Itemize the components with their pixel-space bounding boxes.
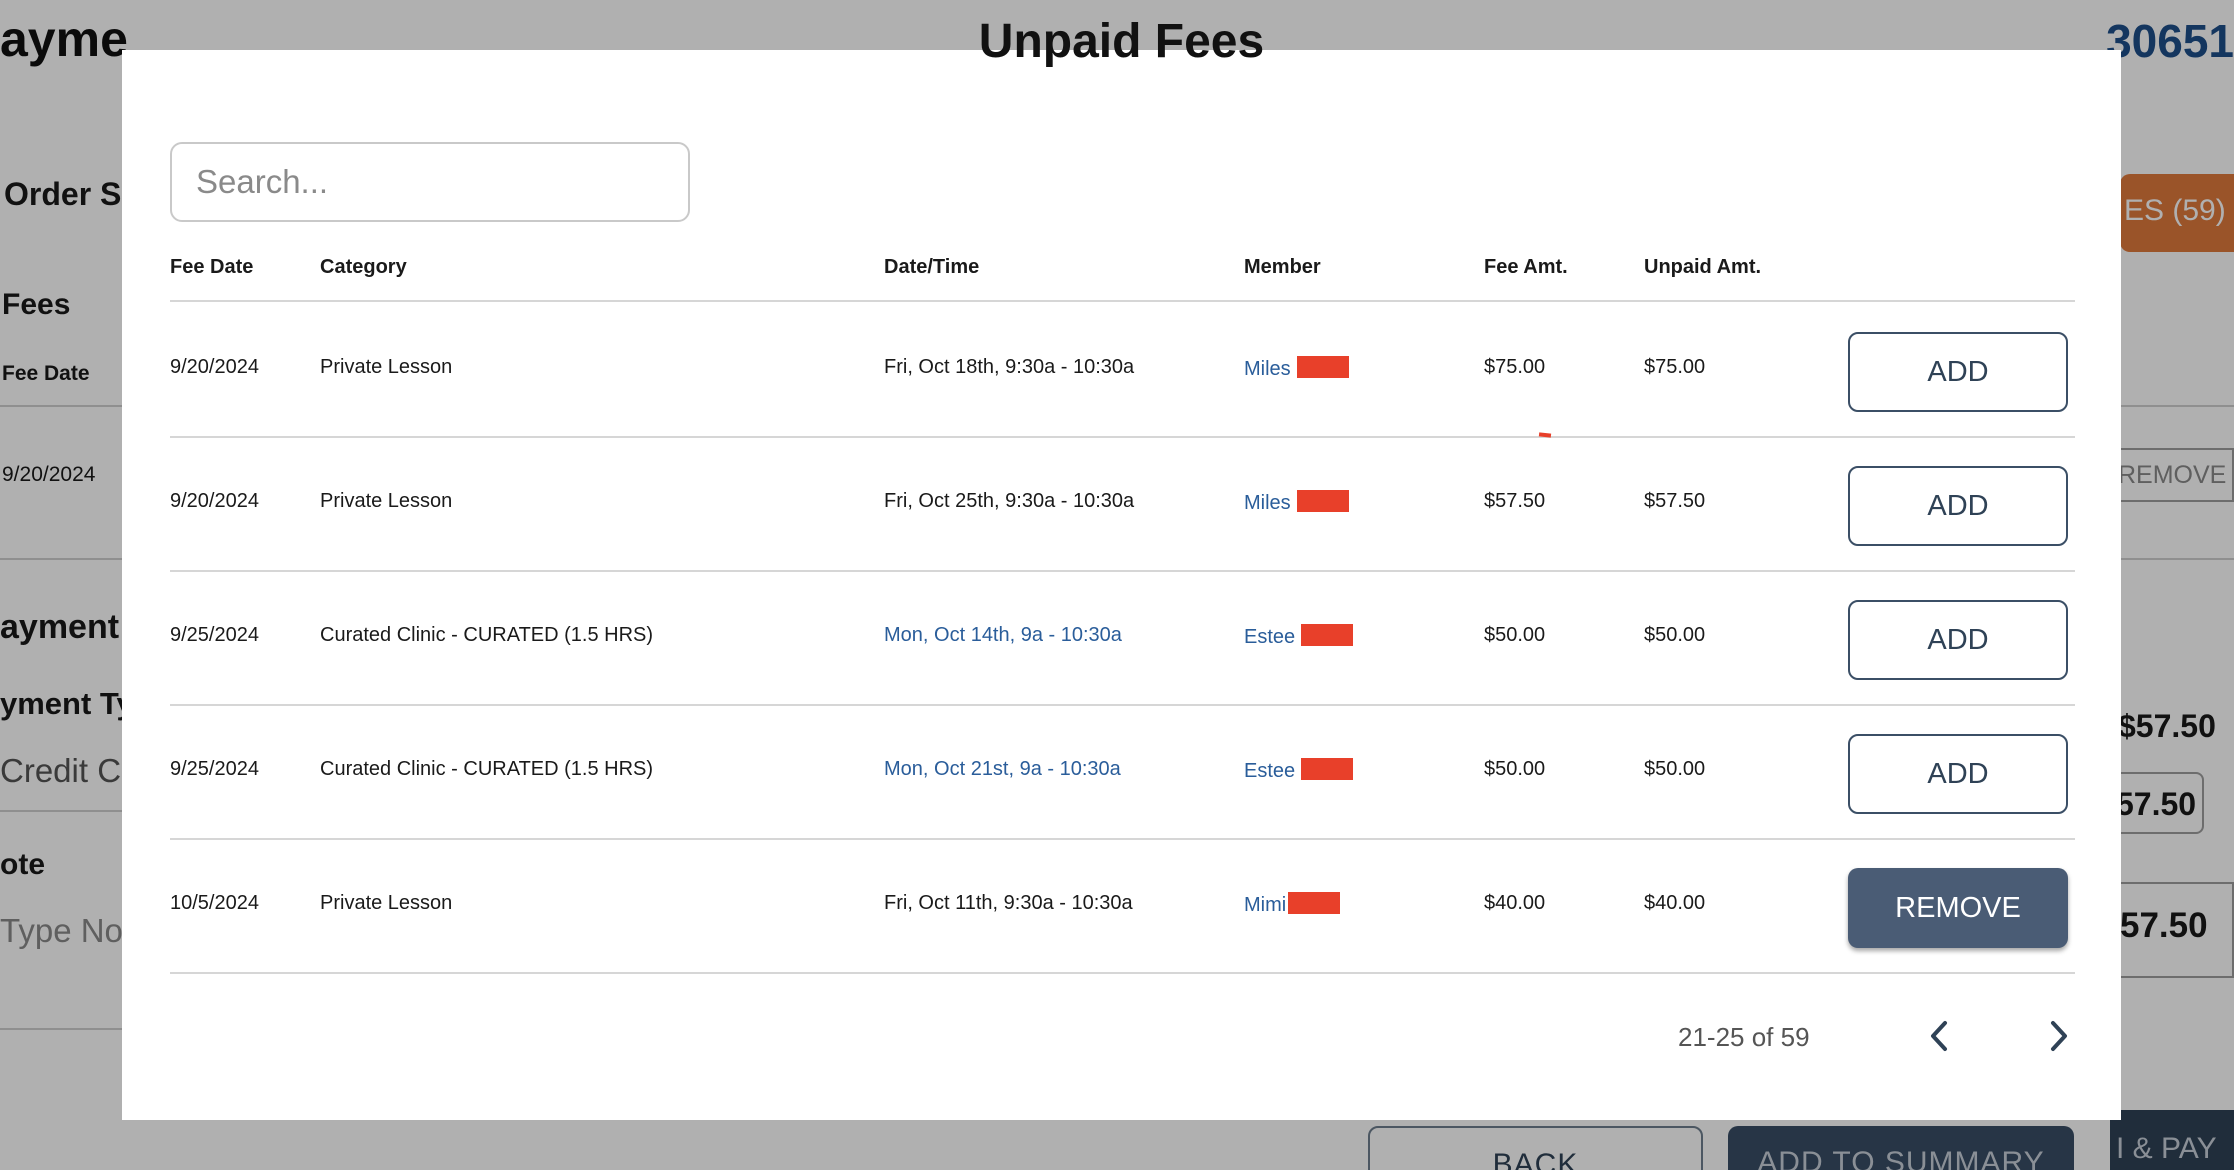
cell-fee-amt: $50.00 bbox=[1484, 624, 1546, 646]
cell-unpaid-amt: $50.00 bbox=[1644, 758, 1706, 780]
modal-title: Unpaid Fees bbox=[978, 15, 1265, 68]
chevron-left-icon[interactable] bbox=[1920, 1016, 1960, 1056]
cell-date-time: Mon, Oct 14th, 9a - 10:30a bbox=[884, 624, 1122, 646]
cell-date-time: Fri, Oct 25th, 9:30a - 10:30a bbox=[884, 490, 1135, 512]
cell-fee-date: 9/20/2024 bbox=[170, 356, 259, 378]
cell-fee-amt: $75.00 bbox=[1484, 356, 1546, 378]
add-fee-button[interactable]: ADD bbox=[1848, 600, 2068, 680]
column-header-fee-date[interactable]: Fee Date bbox=[170, 256, 253, 279]
redaction-mark bbox=[1301, 624, 1354, 646]
member-name[interactable]: Mimi bbox=[1244, 894, 1286, 916]
cell-category: Private Lesson bbox=[320, 490, 453, 512]
chevron-right-icon[interactable] bbox=[2038, 1016, 2078, 1056]
cell-fee-date: 9/20/2024 bbox=[170, 490, 259, 512]
member-name[interactable]: Miles bbox=[1244, 358, 1291, 380]
cell-category: Curated Clinic - CURATED (1.5 HRS) bbox=[320, 624, 654, 646]
cell-fee-amt: $57.50 bbox=[1484, 490, 1546, 512]
remove-fee-button[interactable]: REMOVE bbox=[1848, 868, 2068, 948]
add-fee-button[interactable]: ADD bbox=[1848, 332, 2068, 412]
cell-member[interactable]: Mimi bbox=[1244, 892, 1341, 917]
cell-category: Private Lesson bbox=[320, 356, 453, 378]
table-row: 9/25/2024 Curated Clinic - CURATED (1.5 … bbox=[170, 572, 2075, 706]
search-input[interactable] bbox=[170, 142, 690, 222]
cell-fee-date: 9/25/2024 bbox=[170, 758, 259, 780]
unpaid-fees-modal: Unpaid Fees Fee Date Category Date/Time … bbox=[122, 15, 2121, 1120]
add-fee-button[interactable]: ADD bbox=[1848, 734, 2068, 814]
redaction-mark bbox=[1288, 892, 1341, 914]
redaction-mark bbox=[1296, 356, 1349, 378]
cell-member[interactable]: Estee bbox=[1244, 758, 1354, 783]
cell-unpaid-amt: $40.00 bbox=[1644, 892, 1706, 914]
pagination-range: 21-25 of 59 bbox=[1678, 1022, 1810, 1052]
column-header-member[interactable]: Member bbox=[1244, 256, 1321, 279]
table-header: Fee Date Category Date/Time Member Fee A… bbox=[170, 254, 2075, 302]
cell-unpaid-amt: $75.00 bbox=[1644, 356, 1706, 378]
column-header-category[interactable]: Category bbox=[320, 256, 407, 279]
cell-category: Private Lesson bbox=[320, 892, 453, 914]
table-row: 10/5/2024 Private Lesson Fri, Oct 11th, … bbox=[170, 840, 2075, 974]
cell-member[interactable]: Estee bbox=[1244, 624, 1354, 649]
cell-member[interactable]: Miles bbox=[1244, 490, 1349, 515]
add-fee-button[interactable]: ADD bbox=[1848, 466, 2068, 546]
cell-date-time: Fri, Oct 11th, 9:30a - 10:30a bbox=[884, 892, 1133, 914]
column-header-unpaid-amt[interactable]: Unpaid Amt. bbox=[1644, 256, 1761, 279]
table-row: 9/25/2024 Curated Clinic - CURATED (1.5 … bbox=[170, 706, 2075, 840]
cell-fee-date: 10/5/2024 bbox=[170, 892, 259, 914]
cell-fee-amt: $40.00 bbox=[1484, 892, 1546, 914]
cell-unpaid-amt: $50.00 bbox=[1644, 624, 1706, 646]
cell-unpaid-amt: $57.50 bbox=[1644, 490, 1706, 512]
cell-date-time: Mon, Oct 21st, 9a - 10:30a bbox=[884, 758, 1121, 780]
cell-category: Curated Clinic - CURATED (1.5 HRS) bbox=[320, 758, 654, 780]
table-row: 9/20/2024 Private Lesson Fri, Oct 25th, … bbox=[170, 438, 2075, 572]
column-header-fee-amt[interactable]: Fee Amt. bbox=[1484, 256, 1568, 279]
redaction-mark bbox=[1296, 490, 1349, 512]
table-row: 9/20/2024 Private Lesson Fri, Oct 18th, … bbox=[170, 304, 2075, 438]
member-name[interactable]: Estee bbox=[1244, 626, 1295, 648]
member-name[interactable]: Estee bbox=[1244, 760, 1295, 782]
cell-fee-amt: $50.00 bbox=[1484, 758, 1546, 780]
member-name[interactable]: Miles bbox=[1244, 492, 1291, 514]
cell-fee-date: 9/25/2024 bbox=[170, 624, 259, 646]
cell-member[interactable]: Miles bbox=[1244, 356, 1349, 381]
column-header-date-time[interactable]: Date/Time bbox=[884, 256, 979, 279]
redaction-mark bbox=[1301, 758, 1354, 780]
cell-date-time: Fri, Oct 18th, 9:30a - 10:30a bbox=[884, 356, 1135, 378]
